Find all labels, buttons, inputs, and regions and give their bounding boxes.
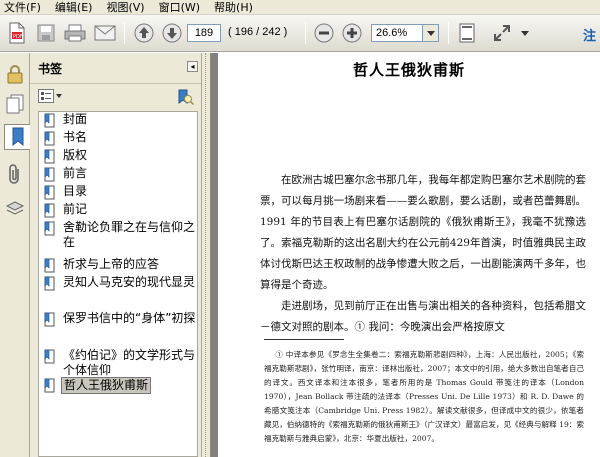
bookmark-label: 封面 (63, 112, 88, 126)
chevron-down-icon[interactable] (518, 21, 532, 45)
options-menu-button[interactable] (38, 89, 62, 103)
attachments-paperclip-icon[interactable] (3, 161, 27, 187)
document-page: 哲人王俄狄甫斯 在欧洲古城巴塞尔念书那几年，我每年都定购巴塞尔艺术剧院的套票，可… (218, 53, 600, 457)
page-count: ( 196 / 242 ) (228, 26, 288, 38)
previous-page-button[interactable] (132, 21, 156, 45)
bookmark-icon (44, 312, 55, 327)
bookmark-icon (44, 131, 55, 146)
chevron-down-icon (56, 94, 62, 98)
menu-edit[interactable]: 编辑(E) (55, 0, 93, 15)
zoom-out-button[interactable] (312, 21, 336, 45)
bookmarks-panel: 书签 ◂ 封面书名版权前言目录前记舍勒论负罪之在与信仰之在祈求与上帝的应答灵知人… (30, 53, 201, 457)
bookmark-label: 舍勒论负罪之在与信仰之在 (63, 220, 196, 249)
splitter-grip[interactable] (205, 53, 207, 457)
bookmark-label: 版权 (63, 148, 88, 162)
bookmark-icon (44, 221, 55, 236)
bookmarks-panel-title: 书签 (38, 62, 63, 76)
bookmark-icon (44, 203, 55, 218)
bookmarks-tab-icon[interactable] (4, 124, 31, 150)
email-icon[interactable] (92, 21, 118, 45)
bookmark-label: 《约伯记》的文学形式与个体信仰 (63, 348, 196, 377)
bookmark-label: 前记 (63, 202, 88, 216)
page-body: 在欧洲古城巴塞尔念书那几年，我每年都定购巴塞尔艺术剧院的套票，可以每月挑一场剧来… (260, 170, 586, 338)
bookmark-icon (44, 276, 55, 291)
bookmark-item[interactable]: 封面 (43, 112, 197, 129)
toolbar-separator (448, 22, 449, 44)
bookmark-icon (44, 167, 55, 182)
bookmark-icon (44, 378, 55, 393)
bookmark-label: 前言 (63, 166, 88, 180)
expand-bookmark-button[interactable] (176, 88, 195, 109)
body-paragraph: 在欧洲古城巴塞尔念书那几年，我每年都定购巴塞尔艺术剧院的套票，可以每月挑一场剧来… (260, 174, 586, 291)
bookmark-label: 灵知人马克安的现代显灵 (63, 275, 196, 289)
document-area[interactable]: 哲人王俄狄甫斯 在欧洲古城巴塞尔念书那几年，我每年都定购巴塞尔艺术剧院的套票，可… (211, 53, 600, 457)
zoom-in-button[interactable] (340, 21, 364, 45)
menu-view[interactable]: 视图(V) (106, 0, 144, 15)
print-icon[interactable] (62, 21, 88, 45)
options-list-icon (38, 89, 54, 103)
next-page-button[interactable] (160, 21, 184, 45)
bookmark-item[interactable]: 前言 (43, 166, 197, 183)
annotation-tool-label[interactable]: 注 (583, 25, 596, 44)
page-number-input[interactable]: 189 (187, 24, 221, 42)
bookmark-icon (44, 113, 55, 128)
create-pdf-icon[interactable]: PDF (4, 21, 30, 45)
bookmark-search-icon (178, 89, 195, 106)
menu-help[interactable]: 帮助(H) (214, 0, 253, 15)
bookmark-item[interactable]: 灵知人马克安的现代显灵 (43, 275, 197, 292)
bookmark-tree: 封面书名版权前言目录前记舍勒论负罪之在与信仰之在祈求与上帝的应答灵知人马克安的现… (38, 111, 198, 457)
layers-icon[interactable] (3, 196, 27, 222)
zoom-level-field[interactable]: 26.6% (371, 24, 423, 42)
full-screen-icon[interactable] (490, 21, 514, 45)
bookmark-item[interactable]: 前记 (43, 202, 197, 219)
bookmark-icon (44, 349, 55, 364)
bookmark-item[interactable]: 版权 (43, 148, 197, 165)
toolbar-separator (305, 22, 306, 44)
bookmark-item[interactable]: 保罗书信中的“身体”初探 (43, 311, 197, 328)
menu-window[interactable]: 窗口(W) (159, 0, 200, 15)
svg-text:PDF: PDF (13, 34, 23, 40)
bookmark-item[interactable]: 《约伯记》的文学形式与个体信仰 (43, 348, 197, 378)
bookmark-label: 祈求与上帝的应答 (63, 257, 160, 271)
bookmark-item[interactable]: 哲人王俄狄甫斯 (43, 377, 197, 394)
fit-page-icon[interactable] (455, 21, 479, 45)
bookmark-item[interactable]: 舍勒论负罪之在与信仰之在 (43, 220, 197, 250)
bookmark-icon (44, 185, 55, 200)
bookmark-label: 保罗书信中的“身体”初探 (63, 311, 196, 325)
navigation-strip (0, 53, 31, 457)
bookmark-item[interactable]: 目录 (43, 184, 197, 201)
body-paragraph: 走进剧场，见到前厅正在出售与演出相关的各种资料，包括希腊文－德文对照的剧本。① … (260, 300, 586, 333)
bookmark-icon (44, 149, 55, 164)
collapse-panel-button[interactable]: ◂ (187, 61, 198, 72)
menu-file[interactable]: 文件(F) (4, 0, 41, 15)
bookmark-icon (44, 258, 55, 273)
bookmark-label: 哲人王俄狄甫斯 (61, 377, 152, 394)
toolbar-separator (124, 22, 125, 44)
toolbar: PDF 189 ( 196 / 242 ) 26.6% 注 (0, 15, 600, 52)
page-title: 哲人王俄狄甫斯 (352, 61, 465, 79)
save-icon[interactable] (34, 21, 58, 45)
lock-icon[interactable] (3, 61, 27, 87)
bookmarks-toolbar (30, 83, 201, 109)
panel-splitter[interactable] (201, 53, 211, 457)
footnote: ① 中译本参见《罗念生全集卷二：索福克勒斯悲剧四种》，上海：人民出版社，2005… (264, 348, 584, 446)
bookmark-label: 书名 (63, 130, 88, 144)
zoom-dropdown-button[interactable] (423, 24, 439, 42)
chevron-down-icon (426, 30, 435, 36)
bookmark-item[interactable]: 书名 (43, 130, 197, 147)
bookmark-label: 目录 (63, 184, 88, 198)
footnote-text: ① 中译本参见《罗念生全集卷二：索福克勒斯悲剧四种》，上海：人民出版社，2005… (264, 350, 584, 443)
menu-bar: 文件(F) 编辑(E) 视图(V) 窗口(W) 帮助(H) (0, 0, 600, 15)
footnote-rule (264, 339, 344, 340)
bookmark-item[interactable]: 祈求与上帝的应答 (43, 257, 197, 274)
pages-icon[interactable] (3, 91, 27, 117)
